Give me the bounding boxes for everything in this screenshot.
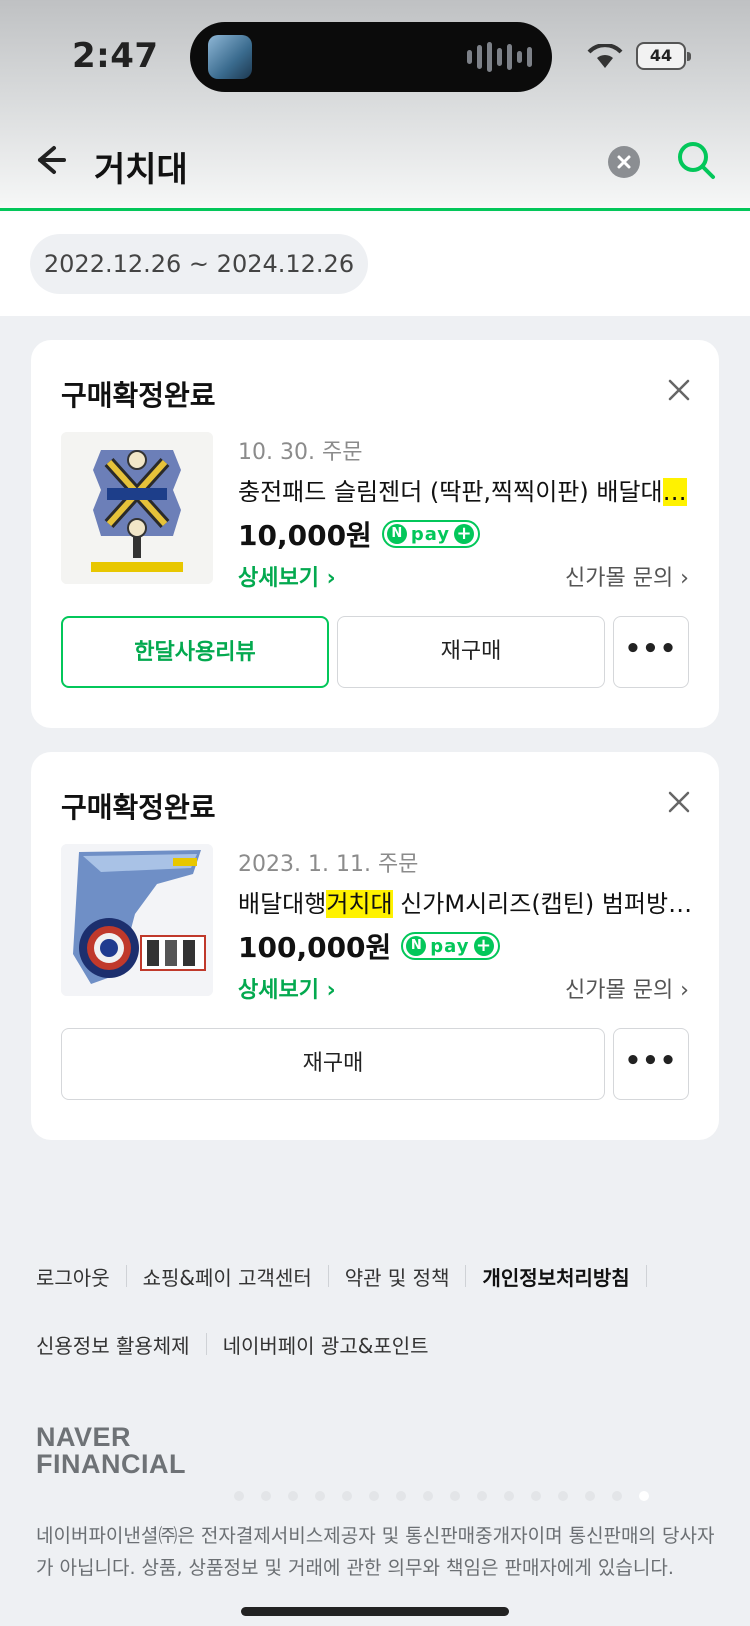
divider [125, 1265, 127, 1287]
store-inquiry-link[interactable]: 신가몰 문의 › [565, 972, 689, 1004]
date-range-filter[interactable]: 2022.12.26 ~ 2024.12.26 [30, 234, 368, 294]
dynamic-island[interactable] [190, 22, 552, 92]
order-card: 구매확정완료 10. 30. 주문 충전패드 슬림젠더 (딱판,찍찍이판) 배달… [31, 340, 719, 728]
price-row: 100,000원 N pay + [238, 926, 500, 966]
store-inquiry-link[interactable]: 신가몰 문의 › [565, 560, 689, 592]
privacy-policy-link[interactable]: 개인정보처리방침 [482, 1262, 629, 1291]
terms-link[interactable]: 약관 및 정책 [345, 1262, 450, 1291]
plus-icon: + [473, 936, 494, 956]
legal-notice: 네이버파이낸셜㈜은 전자결제서비스제공자 및 통신판매중개자이며 통신판매의 당… [36, 1525, 715, 1579]
credit-info-link[interactable]: 신용정보 활용체제 [36, 1330, 190, 1359]
npay-label: pay [410, 523, 451, 545]
detail-link[interactable]: 상세보기 › [238, 560, 336, 592]
status-time: 2:47 [72, 36, 159, 76]
clear-search-button[interactable] [608, 146, 640, 178]
search-icon[interactable] [674, 138, 718, 182]
divider [645, 1265, 647, 1287]
monthly-review-button[interactable]: 한달사용리뷰 [61, 616, 329, 688]
footer-links-row: 신용정보 활용체제 네이버페이 광고&포인트 [36, 1324, 726, 1364]
page-indicator [234, 1491, 649, 1501]
search-query[interactable]: 거치대 [94, 142, 188, 191]
now-playing-thumbnail [208, 35, 252, 79]
wifi-icon [587, 44, 623, 68]
product-image[interactable] [61, 844, 213, 996]
customer-center-link[interactable]: 쇼핑&페이 고객센터 [143, 1262, 312, 1291]
order-card: 구매확정완료 2023. 1. 11. 주문 배달대행거치대 신가M시리즈(캡틴… [31, 752, 719, 1140]
divider [327, 1265, 329, 1287]
order-date: 2023. 1. 11. 주문 [238, 852, 419, 877]
product-image[interactable] [61, 432, 213, 584]
close-icon[interactable] [665, 376, 693, 404]
more-options-button[interactable]: ••• [613, 616, 689, 688]
order-status: 구매확정완료 [61, 791, 216, 824]
battery-icon: 44 [636, 42, 691, 70]
phone-mount-product-image [61, 844, 213, 996]
product-price: 100,000원 [238, 931, 392, 964]
naver-financial-logo: NAVER FINANCIAL [36, 1424, 186, 1478]
search-underline [0, 208, 750, 211]
footer-links-row: 로그아웃 쇼핑&페이 고객센터 약관 및 정책 개인정보처리방침 [36, 1256, 726, 1296]
search-bar: 거치대 [0, 110, 750, 210]
status-bar: 2:47 44 [0, 0, 750, 110]
npay-label: pay [430, 935, 470, 957]
logo-line-1: NAVER [36, 1422, 132, 1452]
logout-link[interactable]: 로그아웃 [36, 1262, 110, 1291]
npay-n-icon: N [386, 524, 407, 544]
npay-plus-badge: N pay + [401, 932, 500, 960]
divider [205, 1333, 207, 1355]
divider [465, 1265, 467, 1287]
product-title-suffix: 신가M시리즈(캡틴) 범퍼방… [392, 890, 693, 918]
close-icon[interactable] [665, 788, 693, 816]
price-row: 10,000원 N pay + [238, 514, 481, 554]
logo-line-2: FINANCIAL [36, 1449, 186, 1479]
product-title-text: 충전패드 슬림젠더 (딱판,찍찍이판) 배달대 [238, 478, 663, 506]
product-title[interactable]: 배달대행거치대 신가M시리즈(캡틴) 범퍼방… [238, 884, 694, 919]
footer-links: 로그아웃 쇼핑&페이 고객센터 약관 및 정책 개인정보처리방침 신용정보 활용… [36, 1256, 726, 1392]
npay-n-icon: N [406, 936, 427, 956]
search-keyword-highlight: 거치대 [326, 890, 393, 918]
more-options-button[interactable]: ••• [613, 1028, 689, 1100]
product-price: 10,000원 [238, 519, 372, 552]
rebuy-button[interactable]: 재구매 [337, 616, 605, 688]
audio-wave-icon [467, 42, 532, 72]
npay-plus-badge: N pay + [381, 520, 481, 548]
plus-icon: + [454, 524, 475, 544]
order-status: 구매확정완료 [61, 379, 216, 412]
product-title-prefix: 배달대행 [238, 890, 327, 918]
product-title[interactable]: 충전패드 슬림젠더 (딱판,찍찍이판) 배달대… [238, 472, 694, 507]
product-title-ellipsis: … [662, 478, 687, 506]
home-indicator[interactable] [241, 1607, 509, 1616]
ads-points-link[interactable]: 네이버페이 광고&포인트 [223, 1330, 429, 1359]
detail-link[interactable]: 상세보기 › [238, 972, 336, 1004]
order-date: 10. 30. 주문 [238, 440, 363, 465]
back-arrow-icon[interactable] [28, 138, 72, 182]
close-icon [617, 155, 631, 169]
charging-pad-product-image [61, 432, 213, 584]
rebuy-button[interactable]: 재구매 [61, 1028, 605, 1100]
